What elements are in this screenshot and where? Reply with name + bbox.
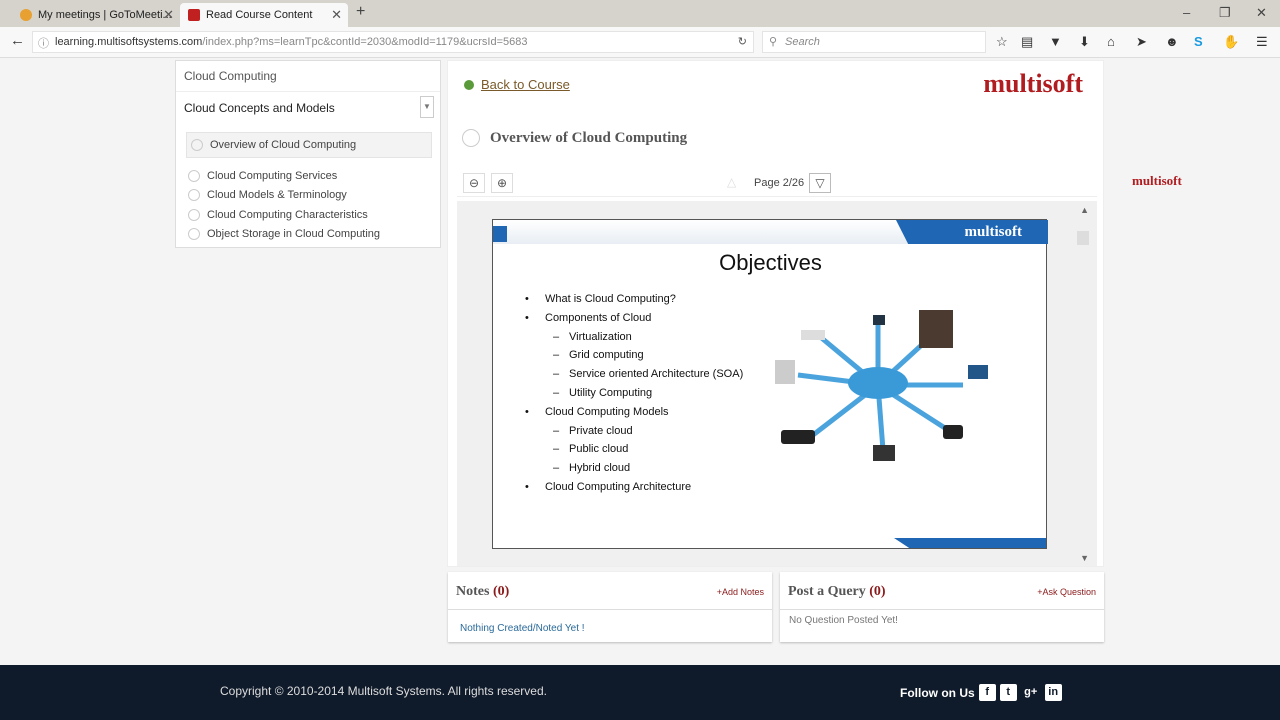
download-icon[interactable]: ⬇ [1079, 34, 1090, 50]
skype-icon[interactable]: S [1194, 34, 1203, 49]
slide-bullet: Components of Cloud [525, 312, 743, 331]
back-arrow-icon[interactable]: ← [10, 32, 25, 49]
tab-bar: My meetings | GoToMeeti... ✕ Read Course … [0, 0, 1280, 27]
sidebar-item-models[interactable]: Cloud Models & Terminology [176, 186, 440, 206]
menu-icon[interactable]: ☰ [1256, 34, 1268, 50]
close-tab-icon[interactable]: ✕ [331, 7, 342, 23]
slide-header-accent [493, 226, 507, 242]
play-circle-icon [462, 129, 480, 147]
play-circle-icon [188, 169, 200, 182]
scroll-up-icon[interactable]: ▲ [1080, 205, 1089, 215]
gotomeeting-favicon-icon [20, 9, 32, 21]
play-circle-icon [188, 208, 200, 221]
slide-bullet: Virtualization [525, 331, 743, 350]
close-window-button[interactable]: ✕ [1256, 5, 1267, 21]
chat-icon[interactable]: ☻ [1165, 34, 1179, 49]
slide-bullet: Private cloud [525, 425, 743, 444]
slide: multisoft Objectives What is Cloud Compu… [492, 219, 1048, 549]
home-icon[interactable]: ⌂ [1107, 34, 1115, 49]
add-notes-link[interactable]: +Add Notes [717, 587, 764, 597]
notes-title: Notes (0) [456, 584, 510, 599]
slide-header: multisoft [493, 220, 1048, 244]
scrollbar-thumb[interactable] [1077, 231, 1089, 245]
restore-button[interactable]: ❐ [1219, 5, 1231, 21]
slide-bullet: Service oriented Architecture (SOA) [525, 368, 743, 387]
sidebar-item-object-storage[interactable]: Object Storage in Cloud Computing [176, 225, 440, 245]
back-to-course-link[interactable]: Back to Course [464, 77, 570, 92]
slide-bullet: Grid computing [525, 349, 743, 368]
pocket-icon[interactable]: ▼ [1049, 34, 1062, 49]
slide-title: Objectives [719, 250, 822, 275]
minimize-button[interactable]: – [1183, 5, 1190, 20]
info-icon: ⓘ [38, 38, 49, 50]
bookmark-star-icon[interactable]: ☆ [996, 34, 1008, 50]
viewer-toolbar: ⊖ ⊕ △ Page 2/26 ▽ [457, 171, 1097, 197]
send-icon[interactable]: ➤ [1136, 34, 1147, 50]
query-panel: Post a Query (0) +Ask Question No Questi… [780, 572, 1104, 642]
cloud-network-illustration [775, 310, 988, 461]
zoom-in-button[interactable]: ⊕ [491, 173, 513, 193]
divider [780, 609, 1104, 610]
search-input[interactable]: ⚲ Search [762, 31, 986, 53]
google-plus-icon[interactable]: g+ [1021, 684, 1041, 701]
sidebar-item-services[interactable]: Cloud Computing Services [176, 166, 440, 186]
slide-bullet: Hybrid cloud [525, 462, 743, 481]
scroll-down-icon[interactable]: ▼ [1080, 553, 1089, 563]
url-bar[interactable]: ⓘ learning.multisoftsystems.com/index.php… [32, 31, 754, 53]
play-circle-icon [191, 139, 203, 151]
notes-panel: Notes (0) +Add Notes Nothing Created/Not… [448, 572, 772, 642]
slide-bullet: Public cloud [525, 443, 743, 462]
close-tab-icon[interactable]: ✕ [163, 7, 174, 23]
play-circle-icon [188, 228, 200, 241]
copyright: Copyright © 2010-2014 Multisoft Systems.… [220, 684, 547, 698]
new-tab-button[interactable]: + [356, 3, 365, 21]
course-sidebar: Cloud Computing Cloud Concepts and Model… [175, 60, 441, 248]
nav-bar: ← ⓘ learning.multisoftsystems.com/index.p… [0, 27, 1280, 58]
tab-read-course-content[interactable]: Read Course Content ✕ [180, 3, 348, 27]
content-panel: Back to Course multisoft Overview of Clo… [447, 60, 1104, 567]
twitter-icon[interactable]: t [999, 684, 1017, 701]
linkedin-icon[interactable]: in [1044, 684, 1062, 701]
search-icon: ⚲ [769, 36, 778, 48]
social-links: Follow on Us f t g+ in [900, 684, 1062, 701]
multisoft-favicon-icon [188, 9, 200, 21]
zoom-out-button[interactable]: ⊖ [463, 173, 485, 193]
back-circle-icon [464, 79, 474, 90]
prev-page-icon[interactable]: △ [727, 175, 736, 189]
page-indicator: Page 2/26 [754, 177, 805, 189]
slide-bullet: Cloud Computing Models [525, 406, 743, 425]
next-page-button[interactable]: ▽ [809, 173, 831, 193]
multisoft-logo: multisoft [983, 69, 1083, 98]
side-logo: multisoft [1132, 173, 1182, 188]
slide-logo: multisoft [964, 224, 1023, 240]
facebook-icon[interactable]: f [978, 684, 996, 701]
extension-icon[interactable]: ✋ [1223, 34, 1239, 50]
footer: Copyright © 2010-2014 Multisoft Systems.… [0, 665, 1280, 720]
slide-footer-band [894, 538, 1046, 548]
slide-bullet: Utility Computing [525, 387, 743, 406]
tab-gotomeeting[interactable]: My meetings | GoToMeeti... ✕ [12, 3, 180, 27]
slide-bullets: What is Cloud Computing?Components of Cl… [525, 293, 743, 500]
module-select[interactable]: Cloud Concepts and Models ▼ [178, 96, 434, 120]
play-circle-icon [188, 189, 200, 202]
chevron-down-icon[interactable]: ▼ [420, 96, 434, 118]
slide-viewer[interactable]: ▲ ▼ multisoft Objectives What is Cloud C… [457, 201, 1097, 566]
course-title: Cloud Computing [176, 61, 440, 92]
sidebar-item-characteristics[interactable]: Cloud Computing Characteristics [176, 205, 440, 225]
sidebar-item-overview[interactable]: Overview of Cloud Computing [186, 132, 432, 158]
reload-icon[interactable]: ↻ [738, 35, 747, 48]
slide-bullet: What is Cloud Computing? [525, 293, 743, 312]
slide-bullet: Cloud Computing Architecture [525, 481, 743, 500]
query-empty-message: No Question Posted Yet! [789, 615, 898, 626]
ask-question-link[interactable]: +Ask Question [1037, 587, 1096, 597]
notes-empty-message: Nothing Created/Noted Yet ! [460, 623, 585, 634]
divider [448, 609, 772, 610]
topic-title: Overview of Cloud Computing [462, 129, 687, 147]
reading-list-icon[interactable]: ▤ [1021, 34, 1033, 50]
query-title: Post a Query (0) [788, 584, 886, 599]
